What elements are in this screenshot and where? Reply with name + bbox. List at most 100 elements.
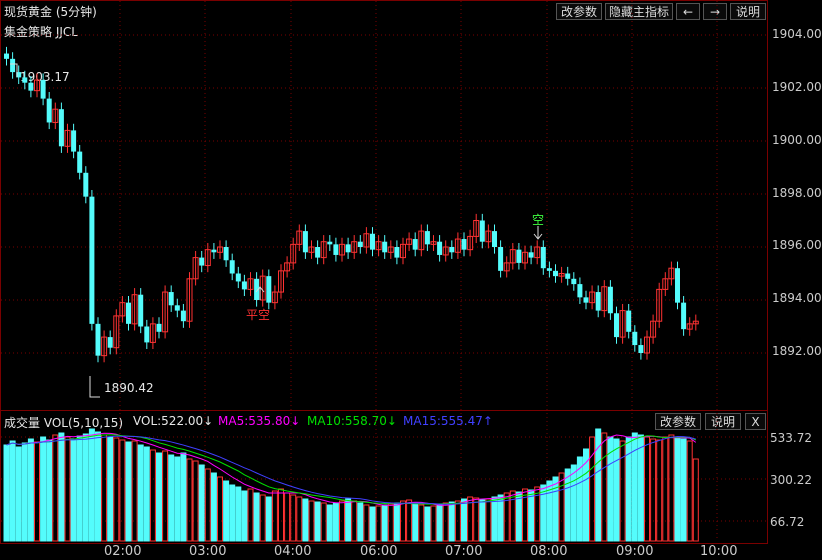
candle-body <box>412 239 418 250</box>
candle-body <box>553 270 558 277</box>
candle-body <box>77 151 83 173</box>
candle-body <box>492 231 497 247</box>
volume-bar <box>217 476 223 542</box>
volume-bar <box>430 505 437 542</box>
volume-bar <box>387 503 394 542</box>
volume-bar <box>613 438 620 542</box>
volume-bar <box>656 439 663 542</box>
candle-body <box>168 292 174 306</box>
volume-bar <box>259 494 266 542</box>
volume-bar <box>424 506 431 542</box>
volume-bar <box>101 434 108 542</box>
volume-bar <box>223 480 230 542</box>
candle-body <box>58 109 64 147</box>
candle-body <box>675 268 680 303</box>
candle-body <box>229 260 235 274</box>
volume-bar <box>375 505 382 542</box>
candle-body <box>302 231 308 253</box>
volume-bar <box>436 504 443 542</box>
volume-bar <box>509 490 516 542</box>
volume-bar <box>241 490 248 542</box>
volume-bar <box>46 439 53 542</box>
candle-body <box>614 313 619 338</box>
volume-bar <box>34 441 40 542</box>
candle-body <box>424 231 430 245</box>
volume-bar <box>76 435 83 542</box>
candle-body <box>449 247 455 253</box>
volume-bar <box>515 491 522 542</box>
volume-bar <box>558 472 565 542</box>
volume-bar <box>27 438 34 542</box>
volume-bar <box>552 476 559 542</box>
volume-bar <box>88 428 95 542</box>
volume-bar <box>40 436 47 542</box>
candle-body <box>370 233 375 250</box>
volume-bar <box>210 472 217 542</box>
candle-body <box>345 244 351 253</box>
volume-bar <box>412 502 419 542</box>
candle-body <box>315 247 321 258</box>
volume-bar <box>247 488 254 542</box>
candle-body <box>199 257 205 266</box>
volume-bar <box>314 501 321 542</box>
candle-body <box>479 220 485 242</box>
volume-bar <box>253 492 260 542</box>
volume-bar <box>156 452 162 542</box>
volume-bar <box>680 438 687 542</box>
volume-bar <box>363 504 370 542</box>
volume-bar <box>302 498 309 542</box>
candle-body <box>71 130 77 152</box>
volume-bar <box>149 449 156 542</box>
volume-bar <box>320 502 327 542</box>
volume-bar <box>570 464 577 542</box>
volume-bar <box>485 498 492 542</box>
volume-bar <box>662 436 669 542</box>
candle-body <box>46 98 52 123</box>
volume-bar <box>692 458 699 542</box>
candle-body <box>174 305 180 311</box>
candle-body <box>327 241 333 245</box>
candle-body <box>83 172 89 197</box>
candle-body <box>126 302 131 324</box>
candle-body <box>540 247 546 269</box>
candle-body <box>498 247 504 271</box>
volume-bar <box>198 464 205 542</box>
candle-body <box>107 337 113 348</box>
volume-bar <box>143 446 150 542</box>
volume-bar <box>564 468 571 542</box>
candle-body <box>565 273 571 279</box>
candle-body <box>607 286 613 314</box>
volume-bar <box>369 506 376 542</box>
volume-bar <box>278 488 284 542</box>
candle-body <box>10 58 16 73</box>
candle-body <box>357 241 363 247</box>
candle-body <box>437 241 443 255</box>
volume-bar <box>235 486 242 542</box>
volume-bar <box>418 504 425 542</box>
volume-bar <box>82 433 89 542</box>
volume-bar <box>15 446 22 542</box>
volume-bar <box>204 468 211 542</box>
volume-bar <box>119 439 126 542</box>
volume-bar <box>686 440 693 542</box>
volume-bar <box>95 431 101 542</box>
candle-body <box>40 80 46 99</box>
volume-bar <box>229 484 236 542</box>
candle-body <box>681 302 687 330</box>
volume-bar <box>473 497 480 542</box>
down-arrow-icon <box>533 226 543 240</box>
volume-bar <box>479 499 486 542</box>
volume-bar <box>271 490 278 542</box>
volume-bar <box>637 434 644 542</box>
volume-bar <box>442 502 449 542</box>
volume-bar <box>497 494 504 542</box>
volume-bar <box>70 438 77 542</box>
volume-bar <box>668 434 675 542</box>
volume-bar <box>174 456 181 542</box>
candlestick-chart <box>1 1 766 542</box>
candle-body <box>394 247 400 258</box>
candle-body <box>22 77 28 83</box>
volume-bar <box>125 441 132 542</box>
candle-body <box>241 281 247 290</box>
volume-bar <box>113 437 120 542</box>
